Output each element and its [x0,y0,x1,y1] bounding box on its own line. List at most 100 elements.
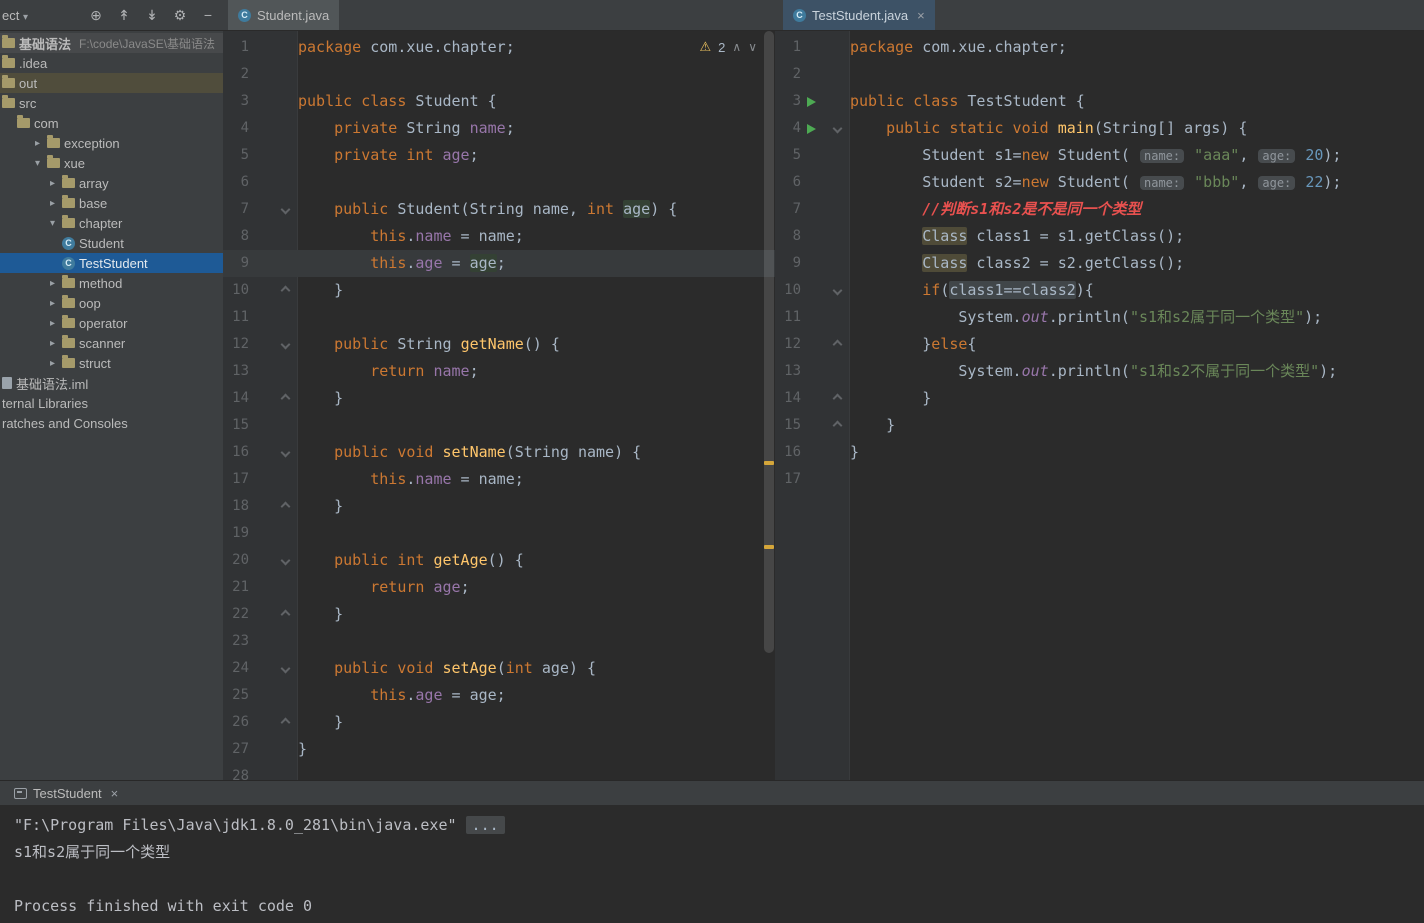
line-number[interactable]: 3 [223,88,249,115]
line-number[interactable]: 12 [223,331,249,358]
line-number[interactable]: 16 [775,439,801,466]
run-icon[interactable] [806,123,816,134]
collapse-arrow-icon[interactable]: ▾ [32,158,43,169]
tree-item-item[interactable]: 基础语法 F:\code\JavaSE\基础语法 [0,33,223,53]
prev-warning-icon[interactable]: ∧ [732,40,741,54]
tree-item-idea[interactable]: .idea [0,53,223,73]
line-number[interactable]: 8 [775,223,801,250]
code-line-6[interactable]: 6 [223,169,775,196]
line-number[interactable]: 14 [775,385,801,412]
code-text[interactable]: public void setName(String name) { [298,439,775,466]
inspections-widget[interactable]: ⚠ 2 ∧ ∨ [700,39,757,55]
line-number[interactable]: 11 [775,304,801,331]
line-number[interactable]: 27 [223,736,249,763]
run-button[interactable] [801,115,821,142]
line-number[interactable]: 12 [775,331,801,358]
code-line-5[interactable]: 5 Student s1=new Student( name: "aaa", a… [775,142,1424,169]
code-line-3[interactable]: 3 public class Student { [223,88,775,115]
code-text[interactable]: } [298,385,775,412]
fold-col[interactable] [821,385,850,412]
code-text[interactable]: } [850,385,1424,412]
code-line-7[interactable]: 7 //判断s1和s2是不是同一个类型 [775,196,1424,223]
tree-item-chapter[interactable]: ▾ chapter [0,213,223,233]
fold-col[interactable] [269,331,298,358]
tree-item-struct[interactable]: ▸ struct [0,353,223,373]
line-number[interactable]: 11 [223,304,249,331]
code-text[interactable]: Class class2 = s2.getClass(); [850,250,1424,277]
fold-up-icon[interactable] [280,501,291,512]
fold-down-icon[interactable] [832,123,843,134]
tab-teststudent-run[interactable]: TestStudent × [6,786,126,801]
code-line-3[interactable]: 3 public class TestStudent { [775,88,1424,115]
warning-stripe-mark[interactable] [764,460,774,465]
code-line-14[interactable]: 14 } [775,385,1424,412]
line-number[interactable]: 6 [223,169,249,196]
code-line-12[interactable]: 12 public String getName() { [223,331,775,358]
tree-item-iml[interactable]: 基础语法.iml [0,373,223,393]
code-line-8[interactable]: 8 Class class1 = s1.getClass(); [775,223,1424,250]
code-text[interactable]: } [850,439,1424,466]
line-number[interactable]: 9 [775,250,801,277]
code-line-4[interactable]: 4 private String name; [223,115,775,142]
fold-down-icon[interactable] [280,447,291,458]
code-text[interactable]: System.out.println("s1和s2不属于同一个类型"); [850,358,1424,385]
code-text[interactable]: this.name = name; [298,466,775,493]
fold-col[interactable] [269,493,298,520]
code-text[interactable]: public String getName() { [298,331,775,358]
code-text[interactable]: this.age = age; [298,250,775,277]
code-line-5[interactable]: 5 private int age; [223,142,775,169]
line-number[interactable]: 4 [223,115,249,142]
code-text[interactable]: if(class1==class2){ [850,277,1424,304]
tree-item-ternal-libraries[interactable]: ternal Libraries [0,393,223,413]
code-line-2[interactable]: 2 [223,61,775,88]
code-text[interactable] [298,169,775,196]
code-line-17[interactable]: 17 [775,466,1424,493]
fold-up-icon[interactable] [280,609,291,620]
line-number[interactable]: 24 [223,655,249,682]
scrollbar-thumb[interactable] [764,31,774,653]
project-tree[interactable]: 基础语法 F:\code\JavaSE\基础语法 .idea out src com ▸ ex… [0,31,223,780]
code-line-4[interactable]: 4 public static void main(String[] args)… [775,115,1424,142]
code-line-25[interactable]: 25 this.age = age; [223,682,775,709]
code-text[interactable]: } [298,493,775,520]
line-number[interactable]: 15 [775,412,801,439]
expand-arrow-icon[interactable]: ▸ [47,318,58,329]
expand-arrow-icon[interactable]: ▸ [47,178,58,189]
fold-col[interactable] [821,277,850,304]
tree-item-teststudent[interactable]: C TestStudent [0,253,223,273]
code-text[interactable]: }else{ [850,331,1424,358]
expand-arrow-icon[interactable]: ▸ [47,358,58,369]
code-text[interactable]: package com.xue.chapter; [850,34,1424,61]
fold-col[interactable] [269,196,298,223]
line-number[interactable]: 25 [223,682,249,709]
line-number[interactable]: 14 [223,385,249,412]
hide-panel-icon[interactable]: − [199,7,217,24]
code-line-15[interactable]: 15 } [775,412,1424,439]
tree-item-exception[interactable]: ▸ exception [0,133,223,153]
code-text[interactable]: System.out.println("s1和s2属于同一个类型"); [850,304,1424,331]
code-line-11[interactable]: 11 [223,304,775,331]
code-line-22[interactable]: 22 } [223,601,775,628]
code-line-1[interactable]: 1 package com.xue.chapter; [775,34,1424,61]
collapse-all-icon[interactable]: ↡ [143,7,161,24]
fold-col[interactable] [269,277,298,304]
tree-item-src[interactable]: src [0,93,223,113]
fold-col[interactable] [821,115,850,142]
fold-down-icon[interactable] [280,555,291,566]
code-text[interactable]: //判断s1和s2是不是同一个类型 [850,196,1424,223]
close-icon[interactable]: × [917,8,925,23]
code-text[interactable]: public static void main(String[] args) { [850,115,1424,142]
fold-col[interactable] [269,601,298,628]
code-text[interactable]: public class Student { [298,88,775,115]
code-line-17[interactable]: 17 this.name = name; [223,466,775,493]
fold-up-icon[interactable] [832,393,843,404]
code-line-16[interactable]: 16 public void setName(String name) { [223,439,775,466]
line-number[interactable]: 2 [775,61,801,88]
editor-scrollbar[interactable] [762,31,775,780]
code-line-23[interactable]: 23 [223,628,775,655]
code-line-13[interactable]: 13 return name; [223,358,775,385]
code-text[interactable]: return age; [298,574,775,601]
code-text[interactable]: Class class1 = s1.getClass(); [850,223,1424,250]
tree-item-ratches-and-consoles[interactable]: ratches and Consoles [0,413,223,433]
tree-item-xue[interactable]: ▾ xue [0,153,223,173]
